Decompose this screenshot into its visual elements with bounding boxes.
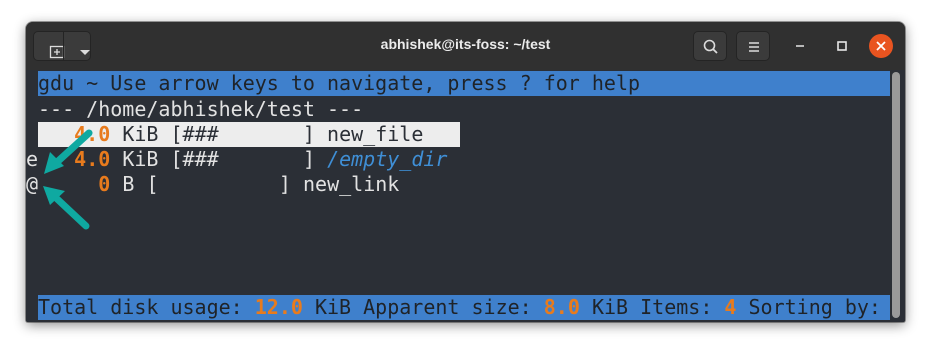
search-button[interactable]	[693, 31, 727, 61]
title-bar: abhishek@its-foss: ~/test	[26, 22, 905, 71]
terminal-window: abhishek@its-foss: ~/test gdu ~ Use arro…	[26, 22, 905, 322]
maximize-button[interactable]	[830, 34, 854, 58]
window-title: abhishek@its-foss: ~/test	[380, 36, 551, 52]
arrow-annotation-icon	[43, 186, 90, 230]
minimize-icon	[796, 45, 804, 47]
menu-button[interactable]	[736, 31, 770, 61]
close-button[interactable]	[869, 34, 893, 58]
terminal-area[interactable]: gdu ~ Use arrow keys to navigate, press …	[26, 70, 905, 322]
hamburger-menu-icon	[749, 42, 759, 52]
annotation-arrows	[43, 129, 93, 230]
arrow-annotation-icon	[44, 129, 93, 174]
search-icon	[703, 39, 718, 54]
maximize-icon	[837, 41, 847, 51]
minimize-button[interactable]	[788, 34, 812, 58]
close-icon	[876, 41, 886, 51]
